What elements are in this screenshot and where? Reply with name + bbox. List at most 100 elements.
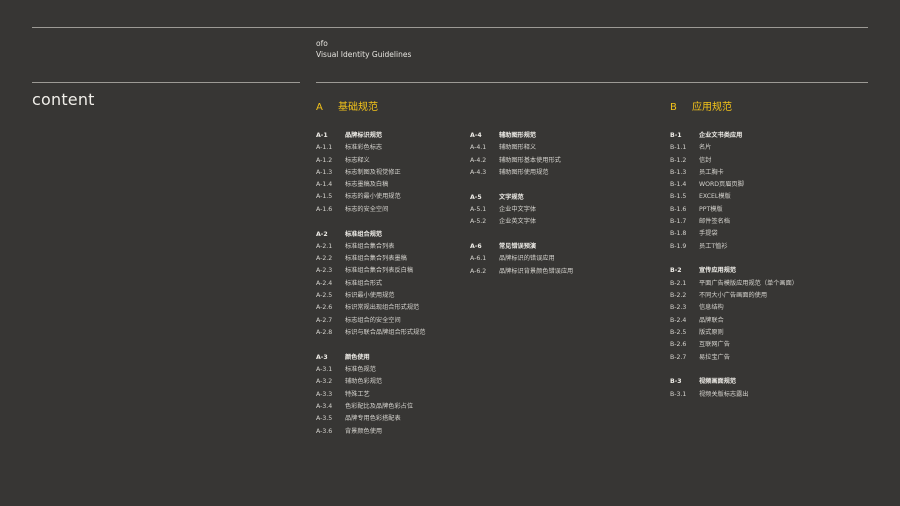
toc-code: B-1.4 <box>670 181 687 189</box>
top-divider <box>32 27 868 28</box>
toc-code: B-1.2 <box>670 156 687 164</box>
toc-code: B-2.1 <box>670 279 687 287</box>
toc-item[interactable]: A-3.6 背景颜色使用 <box>316 426 476 438</box>
toc-group-title: 颜色使用 <box>345 353 370 361</box>
toc-item[interactable]: A-5.2 企业英文字体 <box>470 216 630 228</box>
toc-item-label: 员工胸卡 <box>699 168 724 176</box>
toc-item-label: 标准彩色标志 <box>345 144 383 152</box>
toc-code: B-2.6 <box>670 341 687 349</box>
toc-item[interactable]: B-2.2 不同大小广告画面的使用 <box>670 290 850 302</box>
toc-item[interactable]: B-2.3 信息结构 <box>670 302 850 314</box>
toc-item[interactable]: B-1.1 名片 <box>670 142 850 154</box>
toc-code: B-1.1 <box>670 144 687 152</box>
toc-item-label: 品牌联合 <box>699 316 724 324</box>
toc-item-label: 色彩配比及品牌色彩占位 <box>345 402 414 410</box>
toc-item[interactable]: B-1.4 WORD页眉页脚 <box>670 179 850 191</box>
toc-item[interactable]: B-1.3 员工胸卡 <box>670 167 850 179</box>
toc-item-label: 标准组合集合列表 <box>345 242 395 250</box>
toc-item[interactable]: A-1.1 标准彩色标志 <box>316 142 476 154</box>
toc-item[interactable]: B-1.8 手提袋 <box>670 228 850 240</box>
toc-item[interactable]: A-3.3 特殊工艺 <box>316 389 476 401</box>
toc-group-heading[interactable]: B-2 宣传应用规范 <box>670 265 850 277</box>
toc-item[interactable]: A-2.2 标准组合集合列表墨稿 <box>316 253 476 265</box>
toc-item-label: 不同大小广告画面的使用 <box>699 292 768 300</box>
toc-group-heading[interactable]: A-4 辅助图形规范 <box>470 130 630 142</box>
toc-item[interactable]: A-2.3 标准组合集合列表反白稿 <box>316 265 476 277</box>
toc-code: B-2.2 <box>670 292 687 300</box>
toc-item[interactable]: B-2.5 版式原则 <box>670 327 850 339</box>
toc-group-title: 企业文书类应用 <box>699 132 743 139</box>
toc-item[interactable]: A-1.5 标志的最小使用规范 <box>316 191 476 203</box>
toc-item[interactable]: A-2.1 标准组合集合列表 <box>316 241 476 253</box>
toc-item-label: EXCEL模版 <box>699 193 731 201</box>
toc-item[interactable]: A-1.3 标志制图及视觉修正 <box>316 167 476 179</box>
toc-item-label: 标准组合集合列表反白稿 <box>345 267 414 275</box>
toc-code: B-2.4 <box>670 316 687 324</box>
toc-item[interactable]: A-5.1 企业中文字体 <box>470 204 630 216</box>
toc-item[interactable]: A-3.2 辅助色彩规范 <box>316 376 476 388</box>
toc-code: A-2.2 <box>316 255 333 263</box>
brand-name: ofo <box>316 39 328 48</box>
toc-item[interactable]: A-3.1 标准色规范 <box>316 364 476 376</box>
toc-item[interactable]: B-1.6 PPT模版 <box>670 204 850 216</box>
toc-item[interactable]: B-1.9 员工T恤衫 <box>670 241 850 253</box>
toc-item[interactable]: A-4.1 辅助图形释义 <box>470 142 630 154</box>
toc-item-label: 手提袋 <box>699 230 718 238</box>
toc-item[interactable]: B-2.6 互联网广告 <box>670 339 850 351</box>
toc-group-heading[interactable]: A-3 颜色使用 <box>316 352 476 364</box>
toc-item[interactable]: A-1.2 标志释义 <box>316 155 476 167</box>
toc-item-label: 信息结构 <box>699 304 724 312</box>
toc-item[interactable]: A-2.5 标识最小使用规范 <box>316 290 476 302</box>
toc-item[interactable]: B-3.1 视频关版标志露出 <box>670 389 850 401</box>
left-divider <box>32 82 300 83</box>
toc-item[interactable]: B-1.5 EXCEL模版 <box>670 191 850 203</box>
toc-item[interactable]: B-1.7 邮件签名档 <box>670 216 850 228</box>
toc-item[interactable]: A-6.2 品牌标识背景颜色错误应用 <box>470 266 630 278</box>
toc-group-heading[interactable]: A-2 标准组合规范 <box>316 229 476 241</box>
toc-group: A-1 品牌标识规范 A-1.1 标准彩色标志 A-1.2 标志释义 A-1.3 标志制图及视… <box>316 130 476 216</box>
toc-group-heading[interactable]: B-1 企业文书类应用 <box>670 130 850 142</box>
toc-item-label: 视频关版标志露出 <box>699 390 749 398</box>
toc-group-title: 视频画面规范 <box>699 378 737 386</box>
toc-group-heading[interactable]: A-1 品牌标识规范 <box>316 130 476 142</box>
toc-group: A-6 常见错误预演 A-6.1 品牌标识的错误应用 A-6.2 品牌标识背景颜色错误应用 <box>470 241 630 278</box>
toc-item[interactable]: B-2.1 平面广告模版应用规范（单个画面） <box>670 278 850 290</box>
toc-item[interactable]: A-1.6 标志的安全空间 <box>316 204 476 216</box>
toc-code: A-3.1 <box>316 366 333 374</box>
toc-item[interactable]: A-3.4 色彩配比及品牌色彩占位 <box>316 401 476 413</box>
toc-item[interactable]: A-4.2 辅助图形基本使用形式 <box>470 155 630 167</box>
section-title: 基础规范 <box>338 102 378 113</box>
toc-code: A-4.3 <box>470 168 487 176</box>
toc-code: A-2.1 <box>316 242 333 250</box>
toc-group-title: 标准组合规范 <box>345 230 383 238</box>
toc-code: A-2.6 <box>316 304 333 312</box>
toc-item[interactable]: B-2.4 品牌联合 <box>670 315 850 327</box>
toc-item[interactable]: A-2.4 标准组合形式 <box>316 278 476 290</box>
toc-item-label: 品牌专用色彩搭配表 <box>345 415 401 423</box>
toc-item-label: 企业中文字体 <box>499 205 537 213</box>
toc-group: B-3 视频画面规范 B-3.1 视频关版标志露出 <box>670 376 850 401</box>
toc-code: A-4.2 <box>470 156 487 164</box>
toc-item[interactable]: A-2.8 标识与联合品牌组合形式规范 <box>316 327 476 339</box>
toc-code: B-2.5 <box>670 328 687 336</box>
toc-item-label: 辅助图形基本使用形式 <box>499 156 561 164</box>
toc-group-heading[interactable]: A-6 常见错误预演 <box>470 241 630 253</box>
toc-group-heading[interactable]: A-5 文字规范 <box>470 192 630 204</box>
toc-item-label: 标志的最小使用规范 <box>345 193 401 201</box>
toc-item[interactable]: A-2.7 标志组合的安全空间 <box>316 315 476 327</box>
section-b-heading: B 应用规范 <box>670 98 732 113</box>
toc-code: B-1.9 <box>670 242 687 250</box>
toc-item[interactable]: B-1.2 信封 <box>670 155 850 167</box>
toc-item-label: 特殊工艺 <box>345 390 370 398</box>
toc-item[interactable]: A-1.4 标志墨稿及白稿 <box>316 179 476 191</box>
toc-item[interactable]: A-3.5 品牌专用色彩搭配表 <box>316 413 476 425</box>
toc-group-heading[interactable]: B-3 视频画面规范 <box>670 376 850 388</box>
toc-code: B-1.3 <box>670 168 687 176</box>
toc-item[interactable]: A-4.3 辅助图形使用规范 <box>470 167 630 179</box>
toc-item[interactable]: A-2.6 标识常规出现组合形式规范 <box>316 302 476 314</box>
toc-item-label: 标志墨稿及白稿 <box>345 181 389 189</box>
toc-code: A-3.4 <box>316 402 333 410</box>
toc-item[interactable]: B-2.7 易拉宝广告 <box>670 352 850 364</box>
toc-item[interactable]: A-6.1 品牌标识的错误应用 <box>470 253 630 265</box>
toc-code: B-2 <box>670 267 682 275</box>
